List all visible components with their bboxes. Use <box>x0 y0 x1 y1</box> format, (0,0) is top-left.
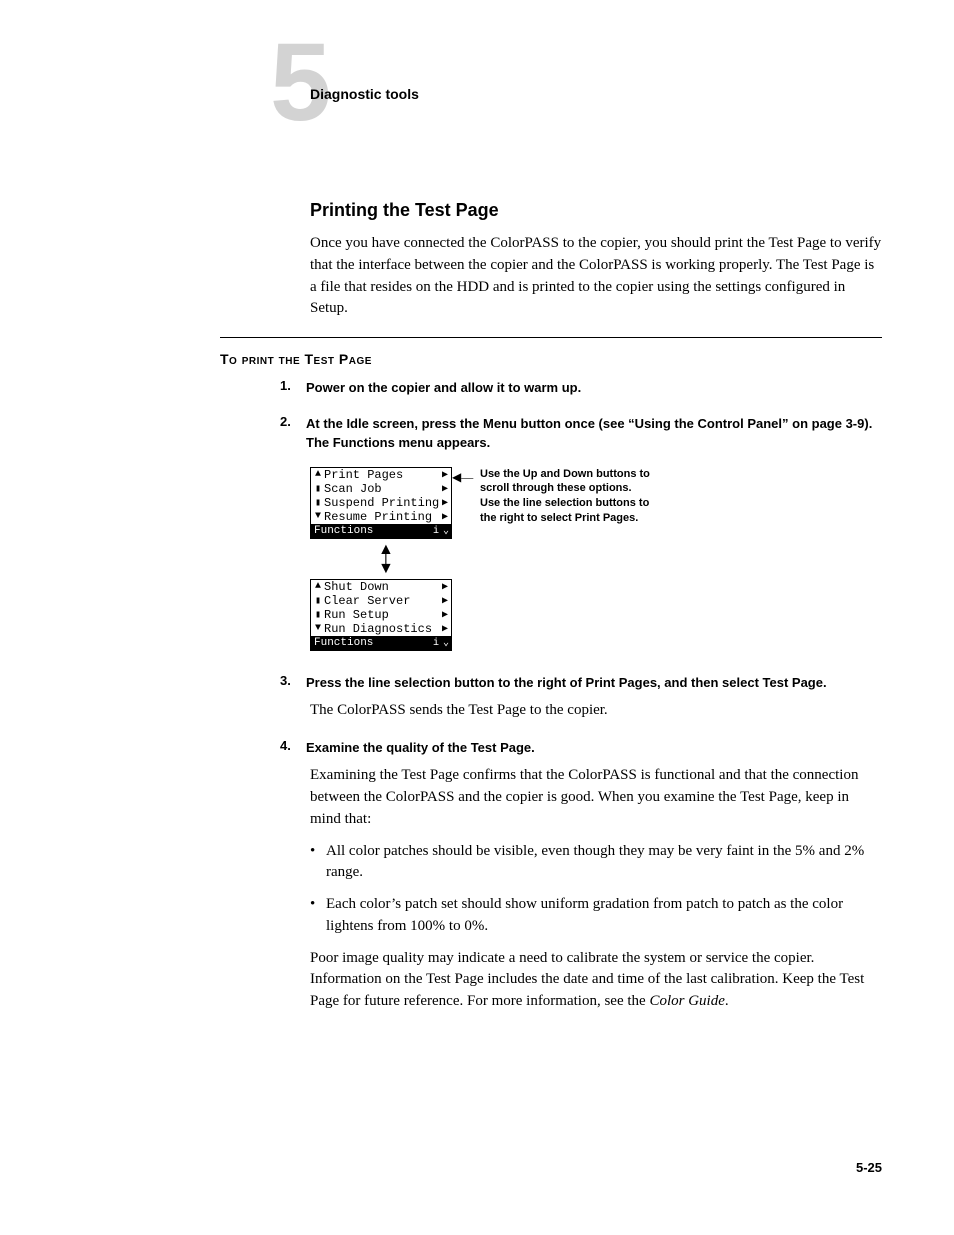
lcd-screen-1: ▲Print Pages▶ ▮Scan Job▶ ▮Suspend Printi… <box>310 467 452 539</box>
right-triangle-icon: ▶ <box>442 581 448 593</box>
chapter-label: Diagnostic tools <box>310 86 419 102</box>
lcd-item: Run Setup <box>322 608 442 622</box>
procedure-heading: To print the Test Page <box>220 351 372 367</box>
down-arrow-icon: ▼ <box>314 623 322 634</box>
right-triangle-icon: ▶ <box>442 483 448 495</box>
step-number: 3. <box>280 673 302 688</box>
down-arrow-icon: ▼ <box>314 511 322 522</box>
step-text: At the Idle screen, press the Menu butto… <box>306 414 876 453</box>
step-text: Examine the quality of the Test Page. <box>306 738 876 758</box>
up-arrow-icon: ▲ <box>314 469 322 480</box>
closing-paragraph: Poor image quality may indicate a need t… <box>310 948 880 1013</box>
chapter-number: 5 <box>270 28 331 138</box>
reference-title: Color Guide <box>649 993 724 1009</box>
step-body: The ColorPASS sends the Test Page to the… <box>310 700 880 722</box>
bullet-item: Each color’s patch set should show unifo… <box>326 894 880 938</box>
up-arrow-icon: ▲ <box>314 581 322 592</box>
right-triangle-icon: ▶ <box>442 469 448 481</box>
lcd-item: Suspend Printing <box>322 496 442 510</box>
lcd-item: Clear Server <box>322 594 442 608</box>
info-icon: i ⌄ <box>433 525 448 537</box>
lcd-illustration: ▲Print Pages▶ ▮Scan Job▶ ▮Suspend Printi… <box>310 467 884 657</box>
right-triangle-icon: ▶ <box>442 497 448 509</box>
section-title: Printing the Test Page <box>310 200 884 221</box>
lcd-item: Run Diagnostics <box>322 622 442 636</box>
bullet-list: All color patches should be visible, eve… <box>326 841 880 938</box>
lcd-footer-label: Functions <box>314 525 373 537</box>
step-number: 2. <box>280 414 302 429</box>
marker-icon: ▮ <box>314 609 322 621</box>
step-2: 2. At the Idle screen, press the Menu bu… <box>280 414 884 657</box>
lcd-item: Resume Printing <box>322 510 442 524</box>
right-triangle-icon: ▶ <box>442 623 448 635</box>
lcd-item: Shut Down <box>322 580 442 594</box>
connector-arrow-icon: ▲│▼ <box>378 545 394 574</box>
rule-line <box>220 337 882 338</box>
bullet-item: All color patches should be visible, eve… <box>326 841 880 885</box>
page: 5 Diagnostic tools Printing the Test Pag… <box>0 0 954 1235</box>
callout-text: Use the Up and Down buttons to scroll th… <box>480 467 650 526</box>
step-text: Power on the copier and allow it to warm… <box>306 378 876 398</box>
right-triangle-icon: ▶ <box>442 595 448 607</box>
step-text: Press the line selection button to the r… <box>306 673 876 693</box>
right-triangle-icon: ▶ <box>442 511 448 523</box>
step-4: 4. Examine the quality of the Test Page.… <box>280 738 884 1013</box>
steps-list: 1. Power on the copier and allow it to w… <box>280 378 884 1029</box>
lcd-screen-2: ▲Shut Down▶ ▮Clear Server▶ ▮Run Setup▶ ▼… <box>310 579 452 651</box>
lcd-item: Scan Job <box>322 482 442 496</box>
step-3: 3. Press the line selection button to th… <box>280 673 884 722</box>
step-number: 1. <box>280 378 302 393</box>
page-number: 5-25 <box>856 1160 882 1175</box>
lcd-item: Print Pages <box>322 468 442 482</box>
step-number: 4. <box>280 738 302 753</box>
marker-icon: ▮ <box>314 483 322 495</box>
lcd-footer-label: Functions <box>314 637 373 649</box>
section-content: Printing the Test Page Once you have con… <box>310 200 884 334</box>
right-triangle-icon: ▶ <box>442 609 448 621</box>
intro-paragraph: Once you have connected the ColorPASS to… <box>310 233 884 320</box>
callout-arrow-icon: ◀— <box>452 470 473 485</box>
step-body: Examining the Test Page confirms that th… <box>310 765 880 830</box>
step-1: 1. Power on the copier and allow it to w… <box>280 378 884 398</box>
info-icon: i ⌄ <box>433 637 448 649</box>
marker-icon: ▮ <box>314 497 322 509</box>
marker-icon: ▮ <box>314 595 322 607</box>
